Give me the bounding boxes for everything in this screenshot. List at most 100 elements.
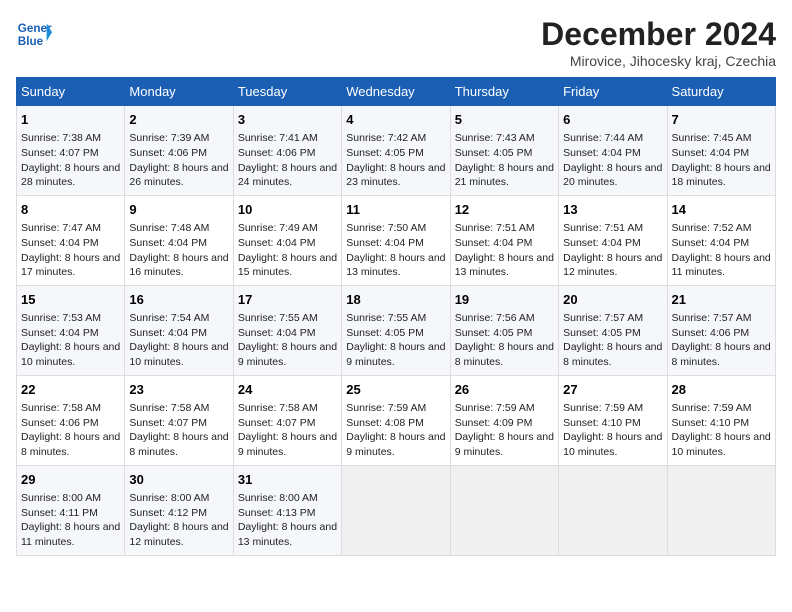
sunset-info: Sunset: 4:04 PM xyxy=(672,236,771,251)
day-number: 10 xyxy=(238,201,337,219)
table-row: 24 Sunrise: 7:58 AM Sunset: 4:07 PM Dayl… xyxy=(233,375,341,465)
sunrise-info: Sunrise: 8:00 AM xyxy=(21,491,120,506)
day-number: 5 xyxy=(455,111,554,129)
sunset-info: Sunset: 4:05 PM xyxy=(563,326,662,341)
sunrise-info: Sunrise: 7:49 AM xyxy=(238,221,337,236)
sunset-info: Sunset: 4:05 PM xyxy=(455,326,554,341)
col-tuesday: Tuesday xyxy=(233,78,341,106)
table-row: 31 Sunrise: 8:00 AM Sunset: 4:13 PM Dayl… xyxy=(233,465,341,555)
sunset-info: Sunset: 4:06 PM xyxy=(672,326,771,341)
table-row: 1 Sunrise: 7:38 AM Sunset: 4:07 PM Dayli… xyxy=(17,106,125,196)
title-block: December 2024 Mirovice, Jihocesky kraj, … xyxy=(541,16,776,69)
sunset-info: Sunset: 4:07 PM xyxy=(238,416,337,431)
sunrise-info: Sunrise: 7:58 AM xyxy=(129,401,228,416)
daylight-info: Daylight: 8 hours and 15 minutes. xyxy=(238,251,337,280)
sunset-info: Sunset: 4:04 PM xyxy=(129,236,228,251)
table-row: 15 Sunrise: 7:53 AM Sunset: 4:04 PM Dayl… xyxy=(17,285,125,375)
day-number: 31 xyxy=(238,471,337,489)
table-row: 25 Sunrise: 7:59 AM Sunset: 4:08 PM Dayl… xyxy=(342,375,450,465)
logo: General Blue xyxy=(16,16,52,52)
table-row: 27 Sunrise: 7:59 AM Sunset: 4:10 PM Dayl… xyxy=(559,375,667,465)
sunset-info: Sunset: 4:05 PM xyxy=(455,146,554,161)
daylight-info: Daylight: 8 hours and 13 minutes. xyxy=(455,251,554,280)
sunrise-info: Sunrise: 7:56 AM xyxy=(455,311,554,326)
table-row: 23 Sunrise: 7:58 AM Sunset: 4:07 PM Dayl… xyxy=(125,375,233,465)
table-row: 9 Sunrise: 7:48 AM Sunset: 4:04 PM Dayli… xyxy=(125,195,233,285)
daylight-info: Daylight: 8 hours and 10 minutes. xyxy=(563,430,662,459)
day-number: 24 xyxy=(238,381,337,399)
daylight-info: Daylight: 8 hours and 8 minutes. xyxy=(672,340,771,369)
daylight-info: Daylight: 8 hours and 9 minutes. xyxy=(238,340,337,369)
sunset-info: Sunset: 4:10 PM xyxy=(563,416,662,431)
daylight-info: Daylight: 8 hours and 8 minutes. xyxy=(129,430,228,459)
sunrise-info: Sunrise: 7:55 AM xyxy=(238,311,337,326)
daylight-info: Daylight: 8 hours and 8 minutes. xyxy=(563,340,662,369)
sunset-info: Sunset: 4:04 PM xyxy=(129,326,228,341)
sunset-info: Sunset: 4:08 PM xyxy=(346,416,445,431)
sunset-info: Sunset: 4:04 PM xyxy=(238,326,337,341)
sunset-info: Sunset: 4:05 PM xyxy=(346,146,445,161)
daylight-info: Daylight: 8 hours and 11 minutes. xyxy=(21,520,120,549)
sunrise-info: Sunrise: 7:59 AM xyxy=(563,401,662,416)
day-number: 20 xyxy=(563,291,662,309)
daylight-info: Daylight: 8 hours and 10 minutes. xyxy=(21,340,120,369)
table-row: 11 Sunrise: 7:50 AM Sunset: 4:04 PM Dayl… xyxy=(342,195,450,285)
daylight-info: Daylight: 8 hours and 24 minutes. xyxy=(238,161,337,190)
daylight-info: Daylight: 8 hours and 9 minutes. xyxy=(455,430,554,459)
day-number: 9 xyxy=(129,201,228,219)
col-sunday: Sunday xyxy=(17,78,125,106)
day-number: 1 xyxy=(21,111,120,129)
col-saturday: Saturday xyxy=(667,78,775,106)
col-thursday: Thursday xyxy=(450,78,558,106)
svg-text:Blue: Blue xyxy=(18,35,44,48)
sunset-info: Sunset: 4:06 PM xyxy=(129,146,228,161)
table-row: 20 Sunrise: 7:57 AM Sunset: 4:05 PM Dayl… xyxy=(559,285,667,375)
daylight-info: Daylight: 8 hours and 13 minutes. xyxy=(238,520,337,549)
table-row: 28 Sunrise: 7:59 AM Sunset: 4:10 PM Dayl… xyxy=(667,375,775,465)
sunrise-info: Sunrise: 7:50 AM xyxy=(346,221,445,236)
day-number: 8 xyxy=(21,201,120,219)
daylight-info: Daylight: 8 hours and 28 minutes. xyxy=(21,161,120,190)
table-row: 4 Sunrise: 7:42 AM Sunset: 4:05 PM Dayli… xyxy=(342,106,450,196)
sunrise-info: Sunrise: 7:54 AM xyxy=(129,311,228,326)
sunset-info: Sunset: 4:09 PM xyxy=(455,416,554,431)
daylight-info: Daylight: 8 hours and 10 minutes. xyxy=(129,340,228,369)
sunrise-info: Sunrise: 7:57 AM xyxy=(563,311,662,326)
day-number: 21 xyxy=(672,291,771,309)
day-number: 28 xyxy=(672,381,771,399)
sunrise-info: Sunrise: 7:59 AM xyxy=(672,401,771,416)
sunset-info: Sunset: 4:04 PM xyxy=(238,236,337,251)
day-number: 29 xyxy=(21,471,120,489)
sunset-info: Sunset: 4:04 PM xyxy=(563,146,662,161)
sunset-info: Sunset: 4:12 PM xyxy=(129,506,228,521)
daylight-info: Daylight: 8 hours and 12 minutes. xyxy=(129,520,228,549)
day-number: 23 xyxy=(129,381,228,399)
sunrise-info: Sunrise: 7:43 AM xyxy=(455,131,554,146)
day-number: 6 xyxy=(563,111,662,129)
day-number: 16 xyxy=(129,291,228,309)
location: Mirovice, Jihocesky kraj, Czechia xyxy=(541,53,776,69)
table-row: 26 Sunrise: 7:59 AM Sunset: 4:09 PM Dayl… xyxy=(450,375,558,465)
daylight-info: Daylight: 8 hours and 9 minutes. xyxy=(346,430,445,459)
sunset-info: Sunset: 4:04 PM xyxy=(21,236,120,251)
sunset-info: Sunset: 4:05 PM xyxy=(346,326,445,341)
sunset-info: Sunset: 4:04 PM xyxy=(21,326,120,341)
day-number: 4 xyxy=(346,111,445,129)
sunrise-info: Sunrise: 7:51 AM xyxy=(563,221,662,236)
sunrise-info: Sunrise: 7:41 AM xyxy=(238,131,337,146)
logo-icon: General Blue xyxy=(16,16,52,52)
day-number: 26 xyxy=(455,381,554,399)
page-header: General Blue December 2024 Mirovice, Jih… xyxy=(16,16,776,69)
sunrise-info: Sunrise: 7:38 AM xyxy=(21,131,120,146)
day-number: 11 xyxy=(346,201,445,219)
daylight-info: Daylight: 8 hours and 20 minutes. xyxy=(563,161,662,190)
table-row: 29 Sunrise: 8:00 AM Sunset: 4:11 PM Dayl… xyxy=(17,465,125,555)
table-row: 22 Sunrise: 7:58 AM Sunset: 4:06 PM Dayl… xyxy=(17,375,125,465)
table-row xyxy=(667,465,775,555)
table-row: 19 Sunrise: 7:56 AM Sunset: 4:05 PM Dayl… xyxy=(450,285,558,375)
table-row: 10 Sunrise: 7:49 AM Sunset: 4:04 PM Dayl… xyxy=(233,195,341,285)
calendar-table: Sunday Monday Tuesday Wednesday Thursday… xyxy=(16,77,776,556)
day-number: 27 xyxy=(563,381,662,399)
sunset-info: Sunset: 4:04 PM xyxy=(672,146,771,161)
sunset-info: Sunset: 4:04 PM xyxy=(346,236,445,251)
